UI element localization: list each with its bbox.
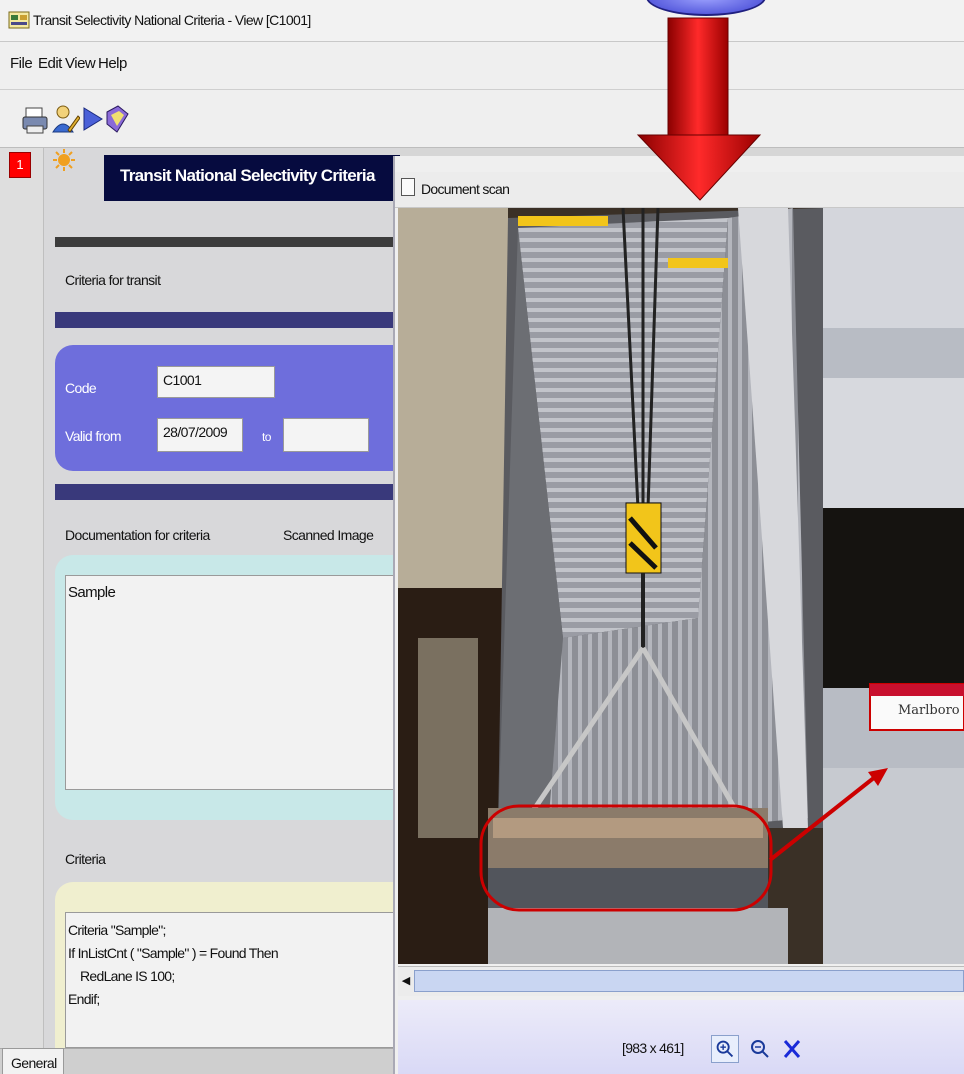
valid-from-label: Valid from [65, 428, 122, 444]
scrollbar-thumb[interactable] [414, 970, 964, 992]
sun-icon [53, 149, 75, 171]
form-header: Transit National Selectivity Criteria [104, 155, 400, 201]
documentation-textarea[interactable]: Sample [65, 575, 400, 790]
menu-view[interactable]: View [65, 55, 96, 72]
valid-to-field[interactable] [283, 418, 369, 452]
criteria-line: Endif; [68, 991, 100, 1007]
criteria-editor[interactable]: Criteria "Sample"; If InListCnt ( "Sampl… [65, 912, 400, 1048]
tab-general[interactable]: General [2, 1048, 64, 1074]
printer-icon[interactable] [20, 102, 50, 136]
image-size-label: [983 x 461] [622, 1040, 684, 1056]
criteria-line: RedLane IS 100; [80, 968, 175, 984]
document-icon [401, 178, 415, 196]
criteria-line: Criteria "Sample"; [68, 922, 166, 938]
document-scan-title: Document scan [421, 181, 510, 197]
menu-edit[interactable]: Edit [38, 55, 62, 72]
section-divider [55, 237, 400, 247]
toolbar [0, 90, 964, 148]
documentation-label: Documentation for criteria [65, 527, 210, 543]
menu-bar [0, 42, 964, 90]
menu-help[interactable]: Help [98, 55, 127, 72]
section-divider [55, 312, 400, 328]
valid-from-field[interactable]: 28/07/2009 [157, 418, 243, 452]
code-label: Code [65, 380, 97, 396]
photo-brand-text: Marlboro [898, 703, 960, 718]
user-edit-icon[interactable] [50, 102, 80, 136]
scanned-photo: Marlboro [398, 208, 964, 964]
criteria-label: Criteria [65, 851, 106, 867]
zoom-in-icon[interactable] [711, 1035, 739, 1063]
window-title: Transit Selectivity National Criteria - … [33, 12, 311, 28]
menu-file[interactable]: File [10, 55, 33, 72]
scanned-image-label: Scanned Image [283, 527, 374, 543]
book-icon[interactable] [102, 102, 132, 136]
scroll-left-arrow-icon[interactable]: ◀ [400, 970, 412, 992]
close-icon[interactable] [778, 1035, 806, 1063]
to-label: to [262, 430, 271, 444]
criteria-line: If InListCnt ( "Sample" ) = Found Then [68, 945, 279, 961]
record-gutter [0, 148, 44, 1048]
section-title: Criteria for transit [65, 272, 161, 288]
section-divider [55, 484, 400, 500]
app-icon [8, 11, 30, 29]
code-field[interactable]: C1001 [157, 366, 275, 398]
document-scan-statusbar [398, 1000, 964, 1074]
record-number-badge[interactable]: 1 [9, 152, 31, 178]
red-arrow-pointer [636, 17, 762, 201]
code-panel [55, 345, 400, 471]
zoom-out-icon[interactable] [746, 1035, 774, 1063]
